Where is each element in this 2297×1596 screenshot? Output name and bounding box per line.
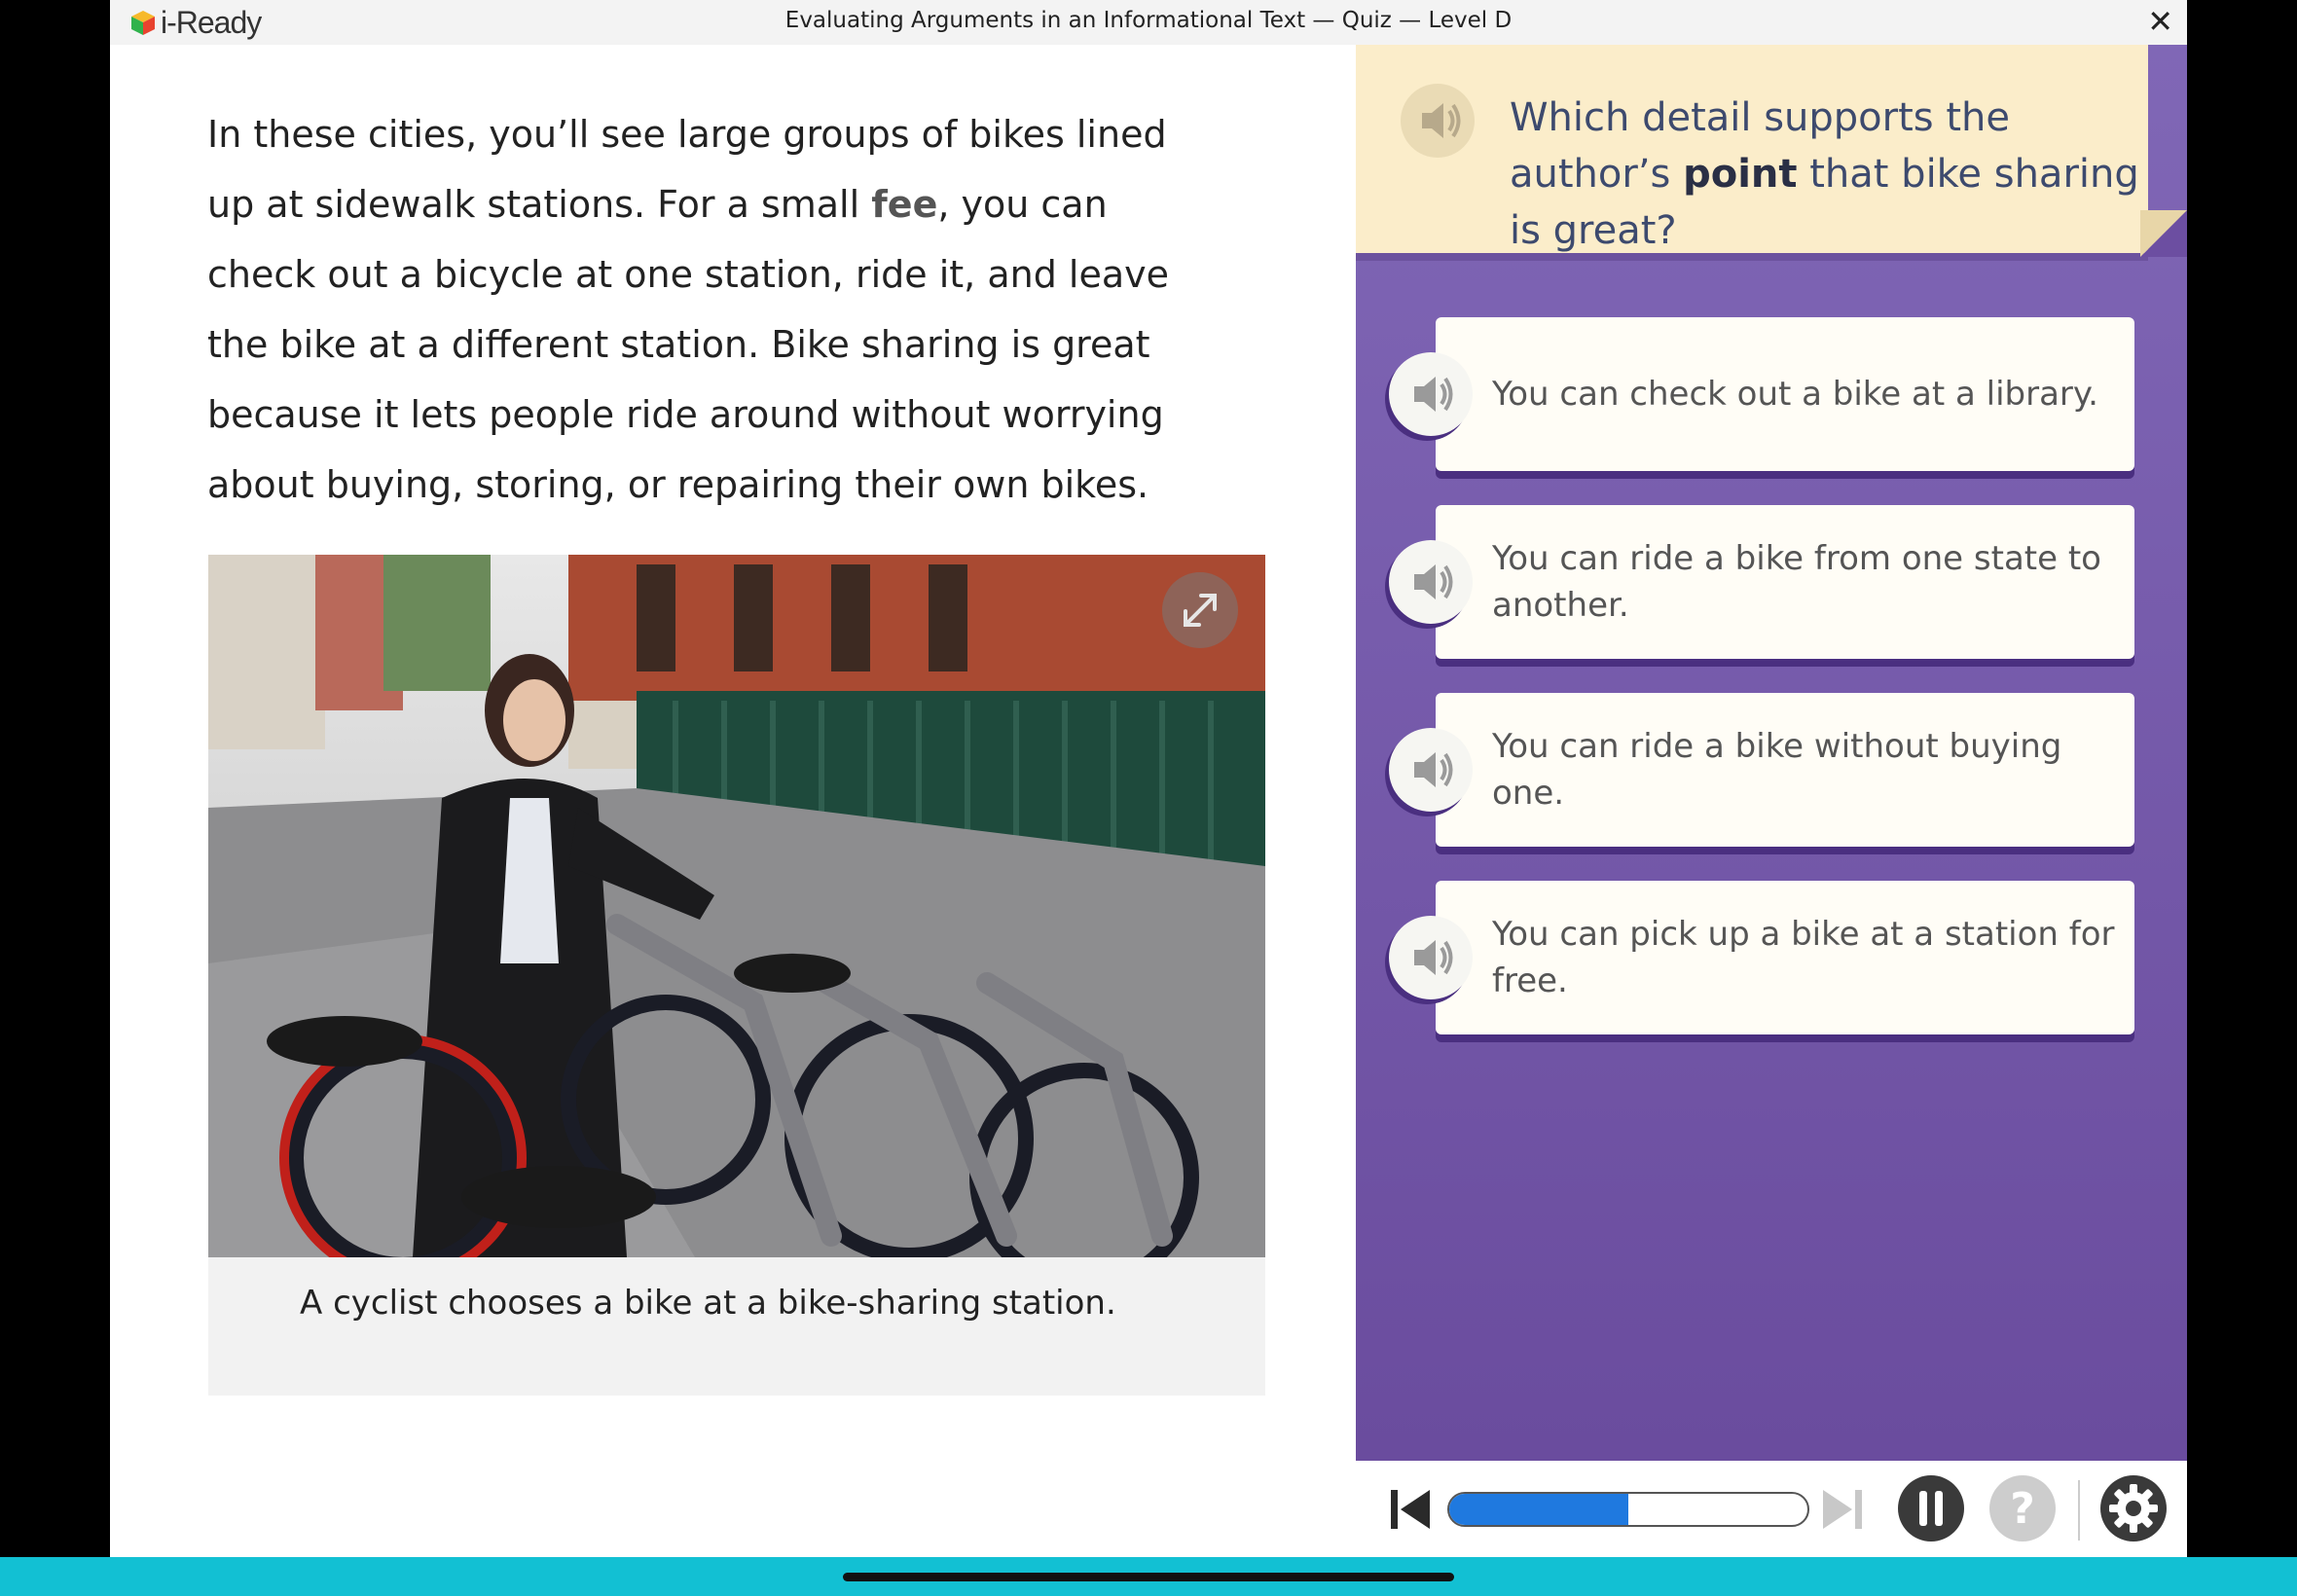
bike-station-illustration — [208, 555, 1265, 1257]
lesson-player-bar: ? — [1356, 1461, 2187, 1557]
svg-text:?: ? — [2010, 1484, 2035, 1534]
speaker-icon — [1414, 940, 1453, 975]
option-speaker-button[interactable] — [1389, 728, 1473, 812]
image-caption: A cyclist chooses a bike at a bike-shari… — [300, 1284, 1116, 1323]
speaker-icon — [1422, 103, 1461, 138]
answer-option-text: You can check out a bike at a library. — [1492, 375, 2098, 414]
answer-option-text: You can ride a bike from one state to an… — [1492, 539, 2101, 625]
passage-text: In these cities, you’ll see large groups… — [207, 99, 1200, 520]
answer-option-text: You can ride a bike without buying one. — [1492, 727, 2062, 813]
option-speaker-button[interactable] — [1389, 916, 1473, 999]
prompt-fold-flap — [2140, 210, 2187, 257]
vocabulary-word-fee[interactable]: fee — [871, 183, 937, 226]
settings-icon[interactable] — [2099, 1474, 2168, 1542]
speaker-icon — [1414, 564, 1453, 599]
expand-image-button[interactable] — [1162, 572, 1238, 648]
player-divider — [2078, 1480, 2080, 1541]
answer-option-1[interactable]: You can check out a bike at a library. — [1389, 317, 2134, 471]
option-speaker-button[interactable] — [1389, 540, 1473, 624]
speaker-icon — [1414, 377, 1453, 412]
skip-back-icon[interactable] — [1387, 1486, 1434, 1533]
image-caption-box: A cyclist chooses a bike at a bike-shari… — [208, 1257, 1265, 1396]
passage-photo — [208, 555, 1265, 1257]
vocabulary-word-point[interactable]: point — [1683, 152, 1797, 197]
pause-icon[interactable] — [1897, 1474, 1965, 1542]
home-indicator[interactable] — [843, 1573, 1454, 1581]
speaker-icon — [1414, 752, 1453, 787]
question-prompt: Which detail supports the author’s point… — [1356, 45, 2148, 253]
answer-option-3[interactable]: You can ride a bike without buying one. — [1389, 693, 2134, 847]
close-button[interactable]: ✕ — [2147, 4, 2173, 39]
window-title: Evaluating Arguments in an Informational… — [784, 8, 1513, 33]
prompt-speaker-button[interactable] — [1401, 84, 1475, 158]
answer-option-4[interactable]: You can pick up a bike at a station for … — [1389, 881, 2134, 1034]
help-icon[interactable]: ? — [1988, 1474, 2057, 1542]
lesson-progress-bar — [1447, 1492, 1809, 1527]
title-bar: i-Ready Evaluating Arguments in an Infor… — [110, 0, 2187, 46]
question-text: Which detail supports the author’s point… — [1510, 90, 2152, 259]
answer-option-2[interactable]: You can ride a bike from one state to an… — [1389, 505, 2134, 659]
question-pane: Which detail supports the author’s point… — [1356, 45, 2187, 1461]
reading-pane: In these cities, you’ll see large groups… — [110, 45, 1356, 1557]
answer-option-text: You can pick up a bike at a station for … — [1492, 915, 2115, 1000]
skip-forward-icon[interactable] — [1819, 1486, 1866, 1533]
expand-icon — [1184, 594, 1217, 627]
option-speaker-button[interactable] — [1389, 352, 1473, 436]
lesson-progress-fill — [1449, 1494, 1628, 1525]
passage-text-after: , you can check out a bicycle at one sta… — [207, 183, 1169, 506]
